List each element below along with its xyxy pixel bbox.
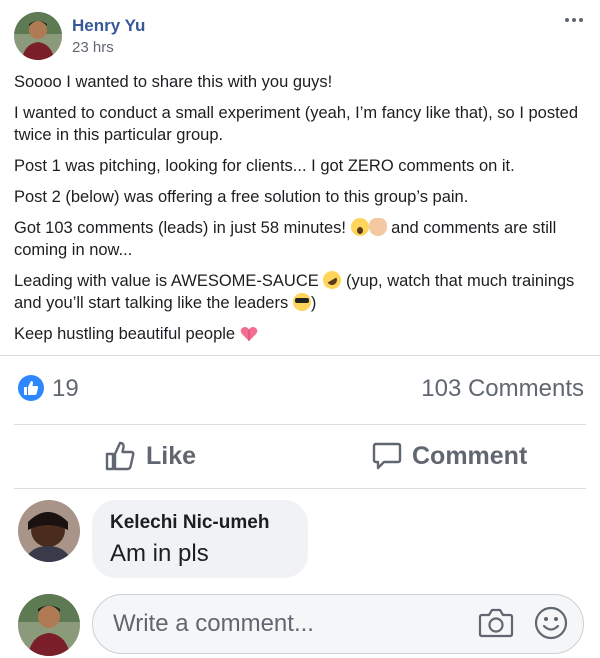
post-text: Keep hustling beautiful people xyxy=(14,325,236,343)
divider xyxy=(0,355,600,356)
post-paragraph: Post 1 was pitching, looking for clients… xyxy=(14,157,515,175)
reactions-bar: 19 103 Comments xyxy=(14,370,586,406)
camera-icon[interactable] xyxy=(478,606,514,640)
post-body: Soooo I wanted to share this with you gu… xyxy=(14,71,586,354)
post-text: Got 103 comments (leads) in just 58 minu… xyxy=(14,219,346,237)
like-label: Like xyxy=(146,441,197,470)
comment-count[interactable]: 103 Comments xyxy=(421,375,584,403)
thumbs-up-icon[interactable] xyxy=(18,375,44,401)
divider xyxy=(14,488,586,489)
heart-icon xyxy=(240,326,258,342)
commenter-avatar[interactable] xyxy=(18,500,80,562)
rolling-laughing-icon xyxy=(320,267,345,293)
post-text: ) xyxy=(310,294,317,312)
comment-item: Kelechi Nic-umeh Am in pls xyxy=(14,498,586,582)
speech-bubble-icon xyxy=(372,442,402,470)
author-name[interactable]: Henry Yu xyxy=(72,16,145,36)
post-paragraph: Post 2 (below) was offering a free solut… xyxy=(14,188,469,206)
thumbs-up-outline-icon xyxy=(105,441,135,471)
post-paragraph: Got 103 comments (leads) in just 58 minu… xyxy=(14,217,586,261)
comment-label: Comment xyxy=(412,441,528,470)
user-avatar[interactable] xyxy=(18,594,80,656)
screaming-face-icon xyxy=(350,218,369,236)
clapping-hands-icon xyxy=(368,218,387,236)
like-button[interactable]: Like xyxy=(104,438,196,474)
sunglasses-face-icon xyxy=(292,293,311,311)
more-options-icon[interactable] xyxy=(562,8,586,32)
post-paragraph: I wanted to conduct a small experiment (… xyxy=(14,104,579,144)
post-paragraph: Soooo I wanted to share this with you gu… xyxy=(14,73,333,91)
post-text: Leading with value is AWESOME-SAUCE xyxy=(14,272,319,290)
post-header: Henry Yu 23 hrs xyxy=(14,12,586,62)
comment-bubble: Kelechi Nic-umeh Am in pls xyxy=(92,500,308,578)
comment-text: Am in pls xyxy=(110,540,209,567)
like-count[interactable]: 19 xyxy=(52,375,79,403)
commenter-name[interactable]: Kelechi Nic-umeh xyxy=(110,512,290,534)
action-bar: Like Comment xyxy=(0,424,600,488)
smiley-icon[interactable] xyxy=(534,606,568,640)
comment-composer xyxy=(14,592,586,656)
post-timestamp[interactable]: 23 hrs xyxy=(72,39,114,56)
post-paragraph: Leading with value is AWESOME-SAUCE (yup… xyxy=(14,267,586,314)
author-avatar[interactable] xyxy=(14,12,62,60)
comment-button[interactable]: Comment xyxy=(372,438,527,474)
post-paragraph: Keep hustling beautiful people xyxy=(14,323,586,345)
